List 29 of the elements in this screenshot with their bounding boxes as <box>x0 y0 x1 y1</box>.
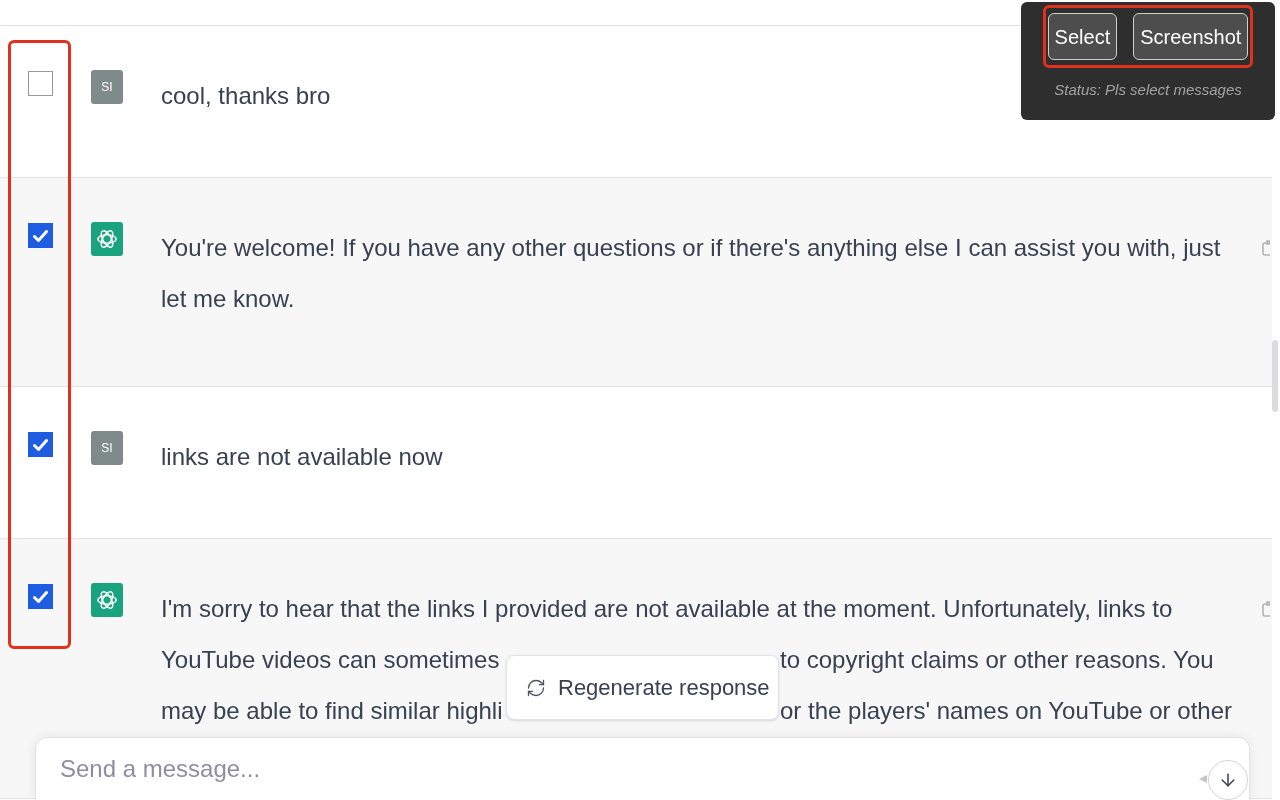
message-text: or the players' names on YouTube or other <box>780 697 1232 724</box>
checkbox[interactable] <box>28 223 53 248</box>
screenshot-button[interactable]: Screenshot <box>1133 13 1249 60</box>
knot-logo-icon <box>91 583 123 617</box>
message-text: to copyright claims or other reasons. You <box>780 646 1214 673</box>
message-text: YouTube videos can sometimes <box>161 646 500 673</box>
check-icon <box>33 229 48 242</box>
scrollbar-thumb[interactable] <box>1272 340 1278 412</box>
message-text: cool, thanks bro <box>161 81 331 111</box>
clipboard-icon[interactable] <box>1262 601 1270 617</box>
check-icon <box>33 438 48 451</box>
knot-logo-icon <box>91 222 123 256</box>
check-icon <box>33 590 48 603</box>
message-text: links are not available now <box>161 442 443 472</box>
message-text: may be able to find similar highli <box>161 697 503 724</box>
message-input[interactable]: Send a message... <box>35 737 1250 800</box>
clipboard-icon[interactable] <box>1262 240 1270 256</box>
message-text: You're welcome! If you have any other questions or if there's anything else I can assist you with, just let me know. <box>161 233 1222 314</box>
user-avatar: SI <box>91 431 123 465</box>
checkbox[interactable] <box>28 584 53 609</box>
status-text: Status: Pls select messages <box>1054 80 1242 100</box>
checkbox[interactable] <box>28 432 53 457</box>
message-text: I'm sorry to hear that the links I provided are not available at the moment. Unfortunately, links to <box>161 595 1173 622</box>
checkbox[interactable] <box>28 71 53 96</box>
triangle-icon[interactable] <box>1199 775 1207 783</box>
select-button[interactable]: Select <box>1047 13 1118 60</box>
refresh-icon <box>526 677 546 698</box>
regenerate-button[interactable]: Regenerate response <box>506 655 779 720</box>
user-avatar: SI <box>91 70 123 104</box>
